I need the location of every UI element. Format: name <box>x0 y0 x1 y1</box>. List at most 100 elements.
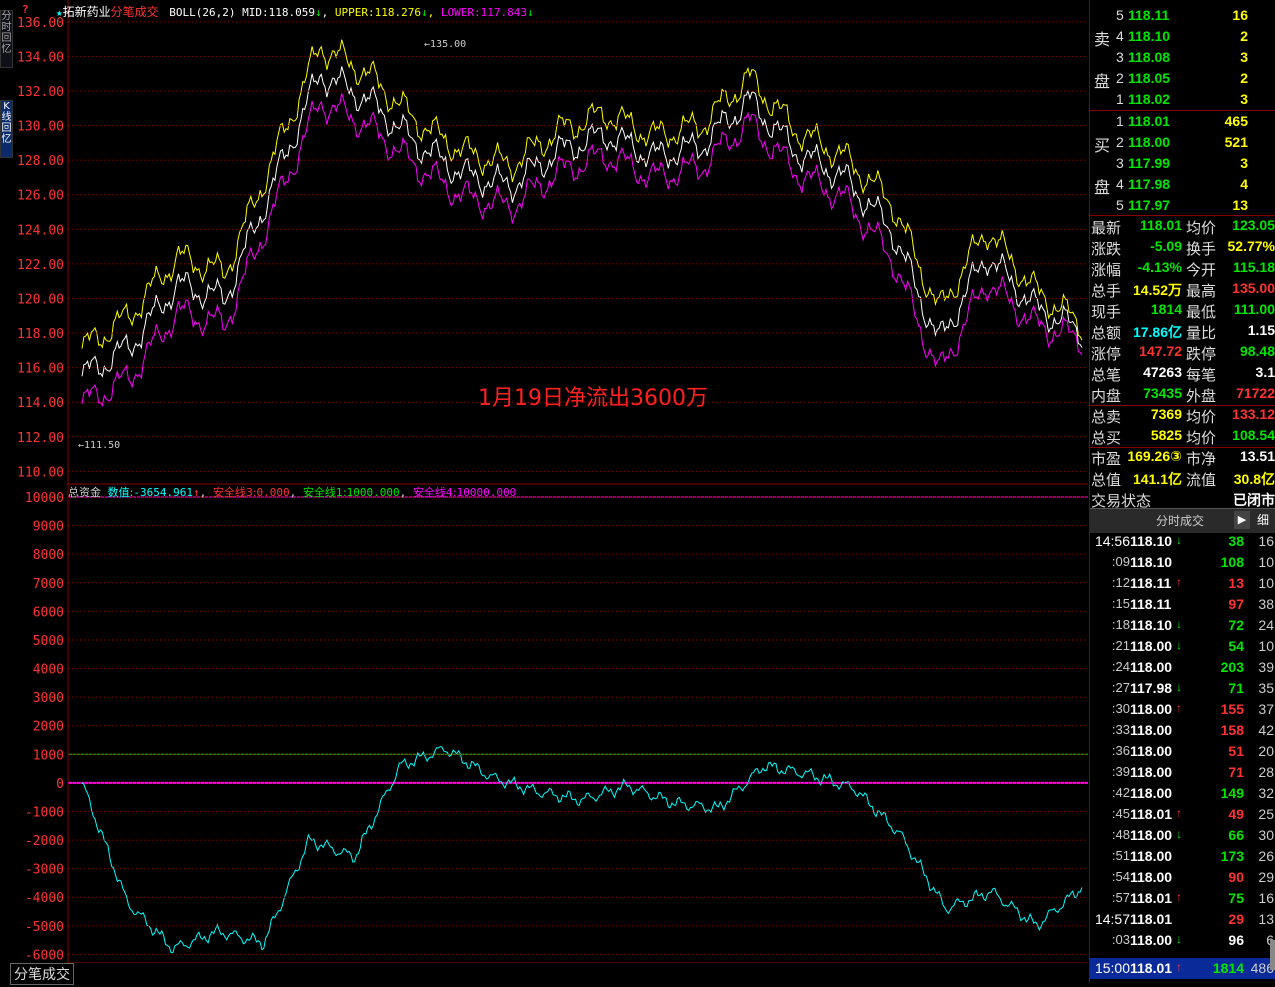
tick-row[interactable]: 14:57 118.01 29 13 <box>1090 909 1275 930</box>
buys-row[interactable]: 5 117.97 13 <box>1116 195 1274 216</box>
indicator-value-label: 数值: <box>107 486 134 499</box>
tick-count: 30 <box>1258 827 1274 843</box>
sells-row[interactable]: 1 118.02 3 <box>1116 89 1274 110</box>
price-tick-label: 116.00 <box>17 362 64 377</box>
quote-label: 涨停 <box>1091 346 1122 363</box>
tick-row[interactable]: :18 118.10 ↓ 72 24 <box>1090 615 1275 636</box>
tick-time: :57 <box>1111 890 1130 905</box>
price-tick-label: 110.00 <box>17 465 64 480</box>
tick-time: :03 <box>1111 932 1130 947</box>
tick-row[interactable]: :21 118.00 ↓ 54 10 <box>1090 636 1275 657</box>
buys-level: 5 <box>1116 197 1124 213</box>
quote-label-2: 市净 <box>1186 451 1217 468</box>
buys-row[interactable]: 2 118.00 521 <box>1116 132 1274 153</box>
tick-count: 26 <box>1258 848 1274 864</box>
quote-row: 市盈 169.26③ 市净 13.51 <box>1090 447 1275 468</box>
tick-row[interactable]: :54 118.00 90 29 <box>1090 867 1275 888</box>
tick-row[interactable]: :39 118.00 71 28 <box>1090 762 1275 783</box>
indicator-tick-label: 2000 <box>33 720 64 735</box>
bottom-bar: 分笔成交 <box>0 963 1089 985</box>
sells-volume: 16 <box>1232 7 1248 23</box>
tick-volume: 51 <box>1228 743 1244 759</box>
tick-row[interactable]: :42 118.00 149 32 <box>1090 783 1275 804</box>
tick-price: 118.00 <box>1130 659 1173 675</box>
fund-chart <box>68 496 1088 954</box>
buys-row[interactable]: 1 118.01 465 <box>1116 111 1274 132</box>
sells-row[interactable]: 5 118.11 16 <box>1116 5 1274 26</box>
lower-line <box>81 93 1083 407</box>
quote-row: 总买 5825 均价 108.54 <box>1090 426 1275 447</box>
quote-label-2: 今开 <box>1186 262 1217 279</box>
star-icon[interactable]: ★ <box>56 6 63 19</box>
buys-level: 3 <box>1116 155 1124 171</box>
tick-row[interactable]: 15:00 118.01 ↑ 1814 486 <box>1090 958 1275 979</box>
tick-row[interactable]: :36 118.00 51 20 <box>1090 741 1275 762</box>
price-tick-label: 114.00 <box>17 396 64 411</box>
tick-price: 118.01 <box>1130 806 1173 822</box>
upper-down-icon: ↓ <box>420 6 428 19</box>
buys-volume: 4 <box>1240 176 1248 192</box>
tick-time: :15 <box>1111 596 1130 611</box>
sells-volume: 2 <box>1240 28 1248 44</box>
tick-time: 15:00 <box>1094 960 1130 976</box>
tick-row[interactable]: 14:56 118.10 ↓ 38 16 <box>1090 531 1275 552</box>
tab-tick-trades[interactable]: 分笔成交 <box>10 963 74 985</box>
price-tick-label: 132.00 <box>17 85 64 100</box>
buys-row[interactable]: 4 117.98 4 <box>1116 174 1274 195</box>
ticks-scrollbar[interactable] <box>1270 940 1275 970</box>
sells-row[interactable]: 2 118.05 2 <box>1116 68 1274 89</box>
tick-row[interactable]: :03118.00↓966 <box>1090 930 1275 951</box>
view-label: 分笔成交 <box>110 5 159 19</box>
sells-row[interactable]: 4 118.10 2 <box>1116 26 1274 47</box>
left-tab-strip: 分时回忆 K线回忆 <box>0 0 13 983</box>
tick-row[interactable]: :45 118.01 ↑ 49 25 <box>1090 804 1275 825</box>
sells-row[interactable]: 3 118.08 3 <box>1116 47 1274 68</box>
buys-volume: 13 <box>1232 197 1248 213</box>
quote-label-2: 最高 <box>1186 283 1217 300</box>
quote-row: 内盘 73435 外盘 71722 <box>1090 384 1275 405</box>
tick-time: :21 <box>1111 638 1130 653</box>
quote-label: 涨幅 <box>1091 262 1122 279</box>
tick-direction-icon: ↓ <box>1176 827 1182 841</box>
tick-row[interactable]: :24 118.00 203 39 <box>1090 657 1275 678</box>
chart-area: 136.00 134.00 132.00 130.00 128.00 126.00 124.… <box>12 0 1091 983</box>
tick-row[interactable]: :15 118.11 97 38 <box>1090 594 1275 615</box>
tick-row[interactable]: :30 118.00 ↑ 155 37 <box>1090 699 1275 720</box>
tick-row[interactable]: :12 118.11 ↑ 13 10 <box>1090 573 1275 594</box>
tick-row[interactable]: :09 118.10 108 10 <box>1090 552 1275 573</box>
tick-time: :51 <box>1111 848 1130 863</box>
indicator-tick-label: -1000 <box>25 805 64 820</box>
quote-value-2: 135.00 <box>1232 280 1275 296</box>
tick-volume: 203 <box>1220 659 1244 675</box>
quote-value: 141.1亿 <box>1132 471 1182 487</box>
tick-row[interactable]: :33 118.00 158 42 <box>1090 720 1275 741</box>
buys-volume: 3 <box>1240 155 1248 171</box>
detail-button[interactable]: 细 <box>1253 511 1273 529</box>
tick-row[interactable]: :48 118.00 ↓ 66 30 <box>1090 825 1275 846</box>
tick-price: 118.00 <box>1130 764 1173 780</box>
quote-label-2: 量比 <box>1186 325 1217 342</box>
next-page-button[interactable]: ▶ <box>1234 511 1250 529</box>
buys-price: 118.00 <box>1128 134 1171 150</box>
quote-row: 总值 141.1亿 流值 30.8亿 <box>1090 468 1275 489</box>
tab-intraday-recall-label: 分时回忆 <box>1 11 12 55</box>
sells-level: 5 <box>1116 7 1124 23</box>
tick-row[interactable]: :27 117.98 ↓ 71 35 <box>1090 678 1275 699</box>
tick-price: 118.10 <box>1130 533 1173 549</box>
help-icon[interactable]: ? <box>22 3 29 16</box>
buy-side-label-2: 盘 <box>1093 180 1110 197</box>
quote-row: 总手 14.52万 最高 135.00 <box>1090 279 1275 300</box>
quote-label-2: 均价 <box>1186 409 1217 426</box>
tick-row[interactable]: :57 118.01 ↑ 75 16 <box>1090 888 1275 909</box>
fund-flow-line <box>81 746 1083 954</box>
tick-row[interactable]: :51 118.00 173 26 <box>1090 846 1275 867</box>
quote-value: 5825 <box>1150 427 1182 443</box>
chart-grid <box>67 0 1088 964</box>
tick-price: 118.01 <box>1130 960 1173 976</box>
quote-label-2: 换手 <box>1186 241 1217 258</box>
indicator-tick-label: 6000 <box>33 605 64 620</box>
tick-price: 118.00 <box>1130 785 1173 801</box>
buys-row[interactable]: 3 117.99 3 <box>1116 153 1274 174</box>
quote-row: 涨跌 -5.09 换手 52.77% <box>1090 237 1275 258</box>
tick-volume: 72 <box>1228 617 1244 633</box>
